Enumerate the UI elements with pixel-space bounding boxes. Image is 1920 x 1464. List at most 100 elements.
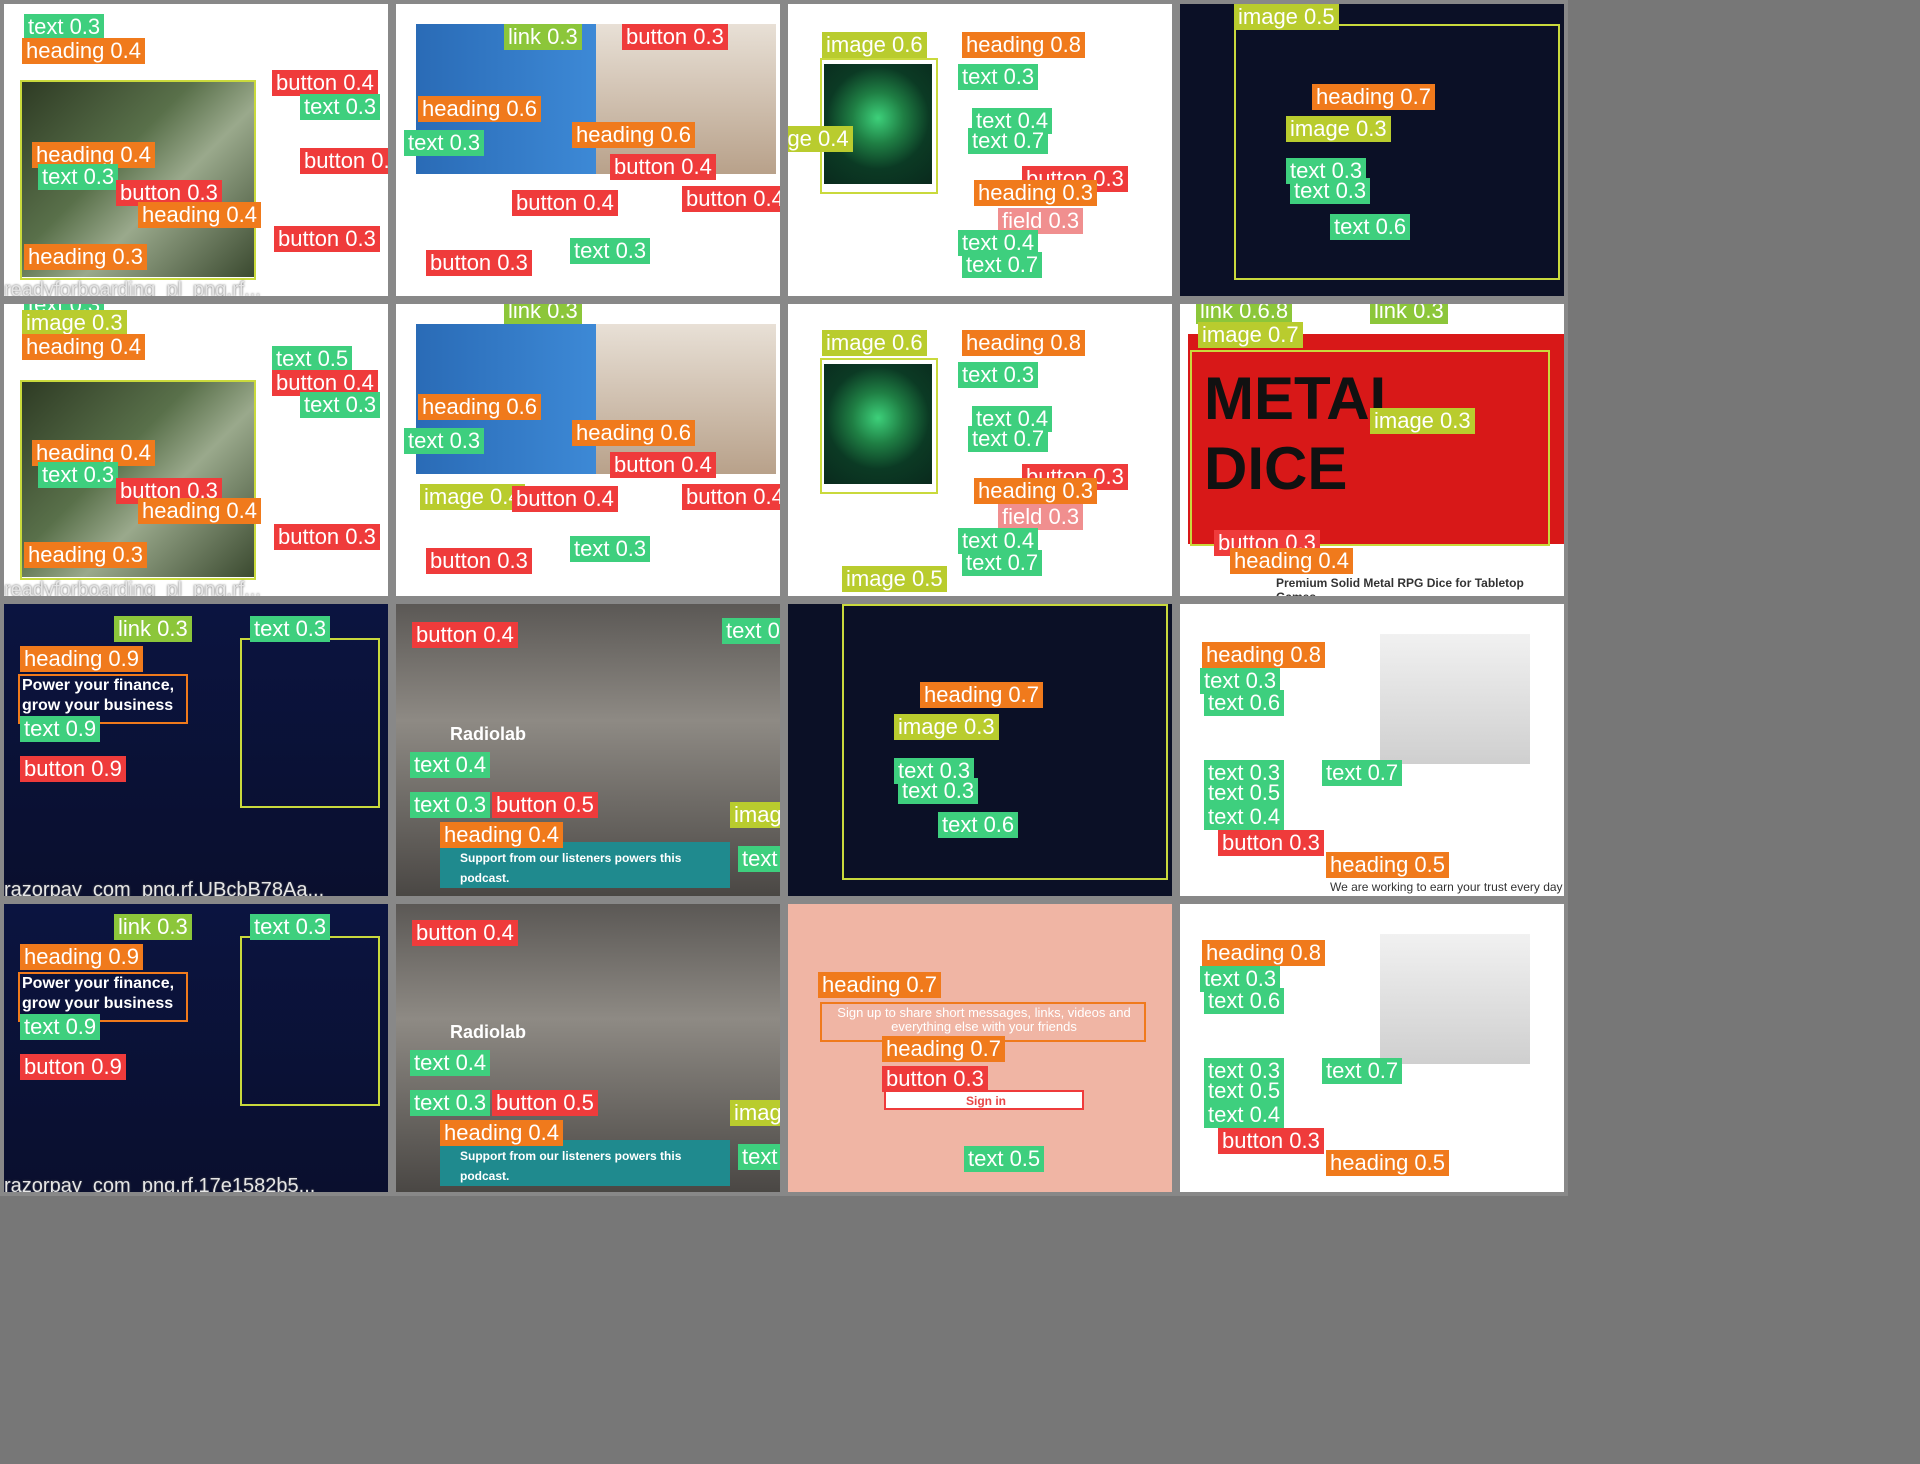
detection-label: image 0.4	[730, 802, 780, 828]
detection-label: heading 0.8	[962, 330, 1085, 356]
detection-label: text 0.4	[410, 1050, 491, 1076]
detection-label: heading 0.3	[24, 542, 147, 568]
detection-label: text 0.9	[20, 716, 101, 742]
radiolab-support-text: Support from our listeners powers this p…	[460, 851, 682, 885]
detection-label: image 0.3	[1370, 408, 1475, 434]
detection-label: text 0.6	[1330, 214, 1411, 240]
detection-label: heading 0.7	[882, 1036, 1005, 1062]
detection-label: link 0.6.8	[1196, 304, 1293, 324]
radiolab-support-banner: Support from our listeners powers this p…	[440, 1140, 730, 1186]
detection-label: link 0.3	[114, 616, 192, 642]
detection-label: heading 0.8	[1202, 940, 1325, 966]
tile-radiolab-1: Radiolab Support from our listeners powe…	[392, 600, 784, 900]
detection-label: text 0.9	[20, 1014, 101, 1040]
detection-label: heading 0.3	[974, 180, 1097, 206]
ms-trust-text: We are working to earn your trust every …	[1330, 880, 1563, 896]
detection-box	[240, 936, 380, 1106]
detection-box	[820, 358, 938, 494]
detection-label: image 0.3	[1286, 116, 1391, 142]
peach-signin-label: Sign in	[966, 1094, 1006, 1108]
detection-label: text 0.3	[738, 1144, 780, 1170]
detection-label: text 0.3	[404, 428, 485, 454]
ceo-photo	[1380, 634, 1530, 764]
detection-label: heading 0.6	[418, 96, 541, 122]
tile-radiolab-2: Radiolab Support from our listeners powe…	[392, 900, 784, 1196]
detection-label: button 0.3	[274, 524, 380, 550]
detection-label: image 0.4	[788, 126, 853, 152]
detection-label: link 0.3	[114, 914, 192, 940]
detection-label: button 0.4	[412, 622, 518, 648]
detection-label: text 0.7	[1322, 760, 1403, 786]
detection-label: button 0.3	[426, 250, 532, 276]
detection-box	[240, 638, 380, 808]
detection-label: image 0.4	[420, 484, 525, 510]
peach-signin-button[interactable]: Sign in	[884, 1090, 1084, 1110]
tile-filename: razorpay_com_png.rf.17e1582b5...	[4, 1175, 316, 1196]
detection-box	[842, 604, 1168, 880]
detection-label: text 0.7	[962, 252, 1043, 278]
detection-label: button 0.5	[492, 1090, 598, 1116]
detection-label: heading 0.7	[1312, 84, 1435, 110]
tile-metaldice: METAL DICE link 0.6.8 link 0.3 image 0.7…	[1176, 300, 1568, 600]
detection-label: button 0.4	[610, 154, 716, 180]
detection-label: button 0.9	[20, 756, 126, 782]
detection-label: button 0.3	[426, 548, 532, 574]
detection-label: button 0.3	[1218, 830, 1324, 856]
detection-label: heading 0.5	[1326, 1150, 1449, 1176]
detection-label: text 0.3	[38, 462, 119, 488]
detection-label: text 0.3	[570, 536, 651, 562]
metal-dice-caption: Premium Solid Metal RPG Dice for Tableto…	[1276, 576, 1524, 600]
tile-filename: readyforboarding_pl_png.rf...	[4, 279, 261, 300]
detection-label: heading 0.4	[22, 334, 145, 360]
detection-label: image 0.3	[22, 310, 127, 336]
detection-label: text 0.4	[410, 752, 491, 778]
detection-label: text 0.5	[1204, 780, 1285, 806]
detection-label: button 0.3	[622, 24, 728, 50]
detection-label: text 0.3	[250, 616, 331, 642]
detection-label: image 0.6	[822, 330, 927, 356]
detection-label: image 0.5	[842, 566, 947, 592]
detection-label: text 0.3	[898, 778, 979, 804]
radiolab-title: Radiolab	[450, 1022, 527, 1042]
detection-label: heading 0.6	[418, 394, 541, 420]
detection-label: button 0.9	[20, 1054, 126, 1080]
detection-label: link 0.3	[504, 304, 582, 324]
detection-label: text 0.3	[958, 64, 1039, 90]
detection-label: heading 0.4	[138, 202, 261, 228]
detection-label: heading 0.9	[20, 944, 143, 970]
detection-label: text 0.3	[300, 392, 381, 418]
detection-label: button 0.3	[274, 226, 380, 252]
detection-label: text 0.3	[958, 362, 1039, 388]
tile-distil-1: image 0.6 heading 0.8 text 0.3 text 0.4 …	[784, 0, 1176, 300]
detection-label: text 0.3	[570, 238, 651, 264]
tile-peach: Sign up to share short messages, links, …	[784, 900, 1176, 1196]
detection-label: heading 0.7	[920, 682, 1043, 708]
detection-label: image 0.3	[894, 714, 999, 740]
tile-dark-1: image 0.5 heading 0.7 image 0.3 text 0.3…	[1176, 0, 1568, 300]
detection-label: heading 0.6	[572, 122, 695, 148]
detection-box	[1234, 24, 1560, 280]
detection-label: text 0.5	[1204, 1078, 1285, 1104]
detection-label: text 0.5	[964, 1146, 1045, 1172]
tile-distil-2: image 0.6 heading 0.8 text 0.3 text 0.4 …	[784, 300, 1176, 600]
tile-razorpay-2: Power your finance, grow your business l…	[0, 900, 392, 1196]
detection-label: text 0.3	[24, 14, 105, 40]
tile-microsoft-2: heading 0.8 text 0.3 text 0.6 text 0.3 t…	[1176, 900, 1568, 1196]
detection-label: heading 0.4	[1230, 548, 1353, 574]
detection-label: heading 0.4	[440, 1120, 563, 1146]
detection-label: heading 0.5	[1326, 852, 1449, 878]
tile-microsoft-1: heading 0.8 text 0.3 text 0.6 text 0.3 t…	[1176, 600, 1568, 900]
ceo-photo	[1380, 934, 1530, 1064]
detection-label: heading 0.3	[974, 478, 1097, 504]
detection-label: button 0.4	[610, 452, 716, 478]
detection-label: text 0.3	[738, 846, 780, 872]
detection-label: text 0.7	[962, 550, 1043, 576]
detection-label: text 0.3	[300, 94, 381, 120]
detection-label: text 0.6	[1204, 690, 1285, 716]
detection-label: field 0.3	[998, 504, 1084, 530]
detection-label: text 0.5	[272, 346, 353, 372]
detection-label: button 0.4	[682, 186, 780, 212]
tile-readyforboarding-1: text 0.3 heading 0.4 heading 0.4 text 0.…	[0, 0, 392, 300]
detection-label: text 0.4	[1204, 804, 1285, 830]
detection-label: text 0.3	[250, 914, 331, 940]
